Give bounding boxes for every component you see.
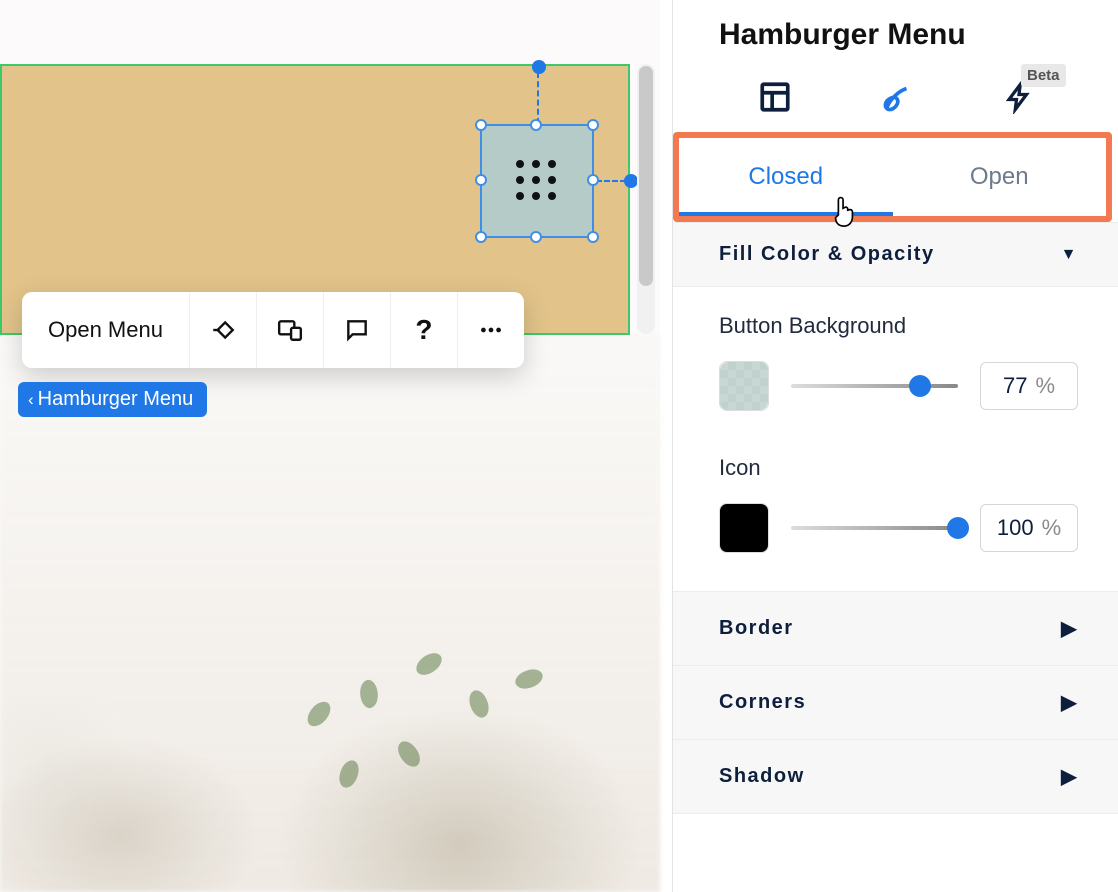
button-background-row: 77 % (719, 361, 1078, 411)
help-button[interactable]: ? (391, 292, 458, 368)
resize-handle[interactable] (475, 174, 487, 186)
resize-handle[interactable] (475, 231, 487, 243)
canvas-area[interactable]: Open Menu ? ‹ Hamburger Menu (0, 0, 660, 892)
tab-open[interactable]: Open (893, 138, 1107, 216)
section-fill-header[interactable]: Fill Color & Opacity ▼ (673, 222, 1118, 287)
animation-button[interactable] (190, 292, 257, 368)
state-tabs: Closed Open (679, 138, 1106, 216)
button-background-opacity-input[interactable]: 77 % (980, 362, 1078, 410)
guide-line-horizontal (596, 180, 626, 182)
anchor-handle-top[interactable] (532, 60, 546, 74)
slider-thumb[interactable] (909, 375, 931, 397)
opacity-value: 100 (997, 515, 1034, 541)
resize-handle[interactable] (587, 174, 599, 186)
panel-title: Hamburger Menu (673, 0, 1118, 52)
element-toolbar: Open Menu ? (22, 292, 524, 368)
section-corners-label: Corners (719, 691, 806, 714)
anchor-handle-right[interactable] (624, 174, 638, 188)
icon-opacity-slider[interactable] (791, 526, 958, 530)
state-tabs-highlight: Closed Open (673, 132, 1112, 222)
open-menu-label: Open Menu (48, 317, 163, 343)
chevron-right-icon: ▶ (1061, 690, 1078, 715)
section-shadow-label: Shadow (719, 765, 805, 788)
layout-mode-button[interactable] (758, 80, 792, 114)
chevron-down-icon: ▼ (1061, 246, 1078, 264)
section-corners[interactable]: Corners ▶ (673, 665, 1118, 739)
more-options-button[interactable] (458, 292, 524, 368)
chevron-right-icon: ▶ (1061, 616, 1078, 641)
slider-thumb[interactable] (947, 517, 969, 539)
canvas-foliage (300, 640, 640, 840)
design-mode-button[interactable] (881, 80, 915, 114)
scrollbar-thumb[interactable] (639, 66, 653, 286)
section-border[interactable]: Border ▶ (673, 591, 1118, 665)
button-background-label: Button Background (719, 313, 1078, 339)
icon-opacity-input[interactable]: 100 % (980, 504, 1078, 552)
tab-closed[interactable]: Closed (679, 138, 893, 216)
icon-label: Icon (719, 455, 1078, 481)
resize-handle[interactable] (587, 119, 599, 131)
button-background-opacity-slider[interactable] (791, 384, 958, 388)
icon-swatch[interactable] (719, 503, 769, 553)
beta-badge: Beta (1021, 64, 1066, 87)
open-menu-button[interactable]: Open Menu (22, 292, 190, 368)
opacity-unit: % (1035, 373, 1055, 399)
opacity-value: 77 (1003, 373, 1027, 399)
icon-row: 100 % (719, 503, 1078, 553)
tab-open-label: Open (970, 163, 1029, 191)
resize-handle[interactable] (587, 231, 599, 243)
resize-handle[interactable] (530, 119, 542, 131)
grid-dots-icon (516, 160, 558, 202)
opacity-unit: % (1042, 515, 1062, 541)
canvas-scrollbar[interactable] (637, 64, 655, 334)
responsive-button[interactable] (257, 292, 324, 368)
button-background-swatch[interactable] (719, 361, 769, 411)
section-fill-title: Fill Color & Opacity (719, 243, 935, 266)
guide-line-vertical (537, 72, 539, 124)
section-border-label: Border (719, 617, 794, 640)
tab-closed-label: Closed (748, 163, 823, 191)
resize-handle[interactable] (475, 119, 487, 131)
interactions-mode-button[interactable]: Beta (1004, 80, 1034, 114)
breadcrumb-label: Hamburger Menu (38, 388, 194, 411)
comment-button[interactable] (324, 292, 391, 368)
chevron-left-icon: ‹ (28, 390, 34, 410)
selected-element-hamburger-button[interactable] (480, 124, 594, 238)
section-shadow[interactable]: Shadow ▶ (673, 739, 1118, 814)
resize-handle[interactable] (530, 231, 542, 243)
design-panel: Hamburger Menu Beta Closed Open Fill Col… (672, 0, 1118, 892)
panel-mode-row: Beta (673, 52, 1118, 132)
chevron-right-icon: ▶ (1061, 764, 1078, 789)
section-fill-body: Button Background 77 % Icon 100 % (673, 287, 1118, 591)
breadcrumb[interactable]: ‹ Hamburger Menu (18, 382, 207, 417)
